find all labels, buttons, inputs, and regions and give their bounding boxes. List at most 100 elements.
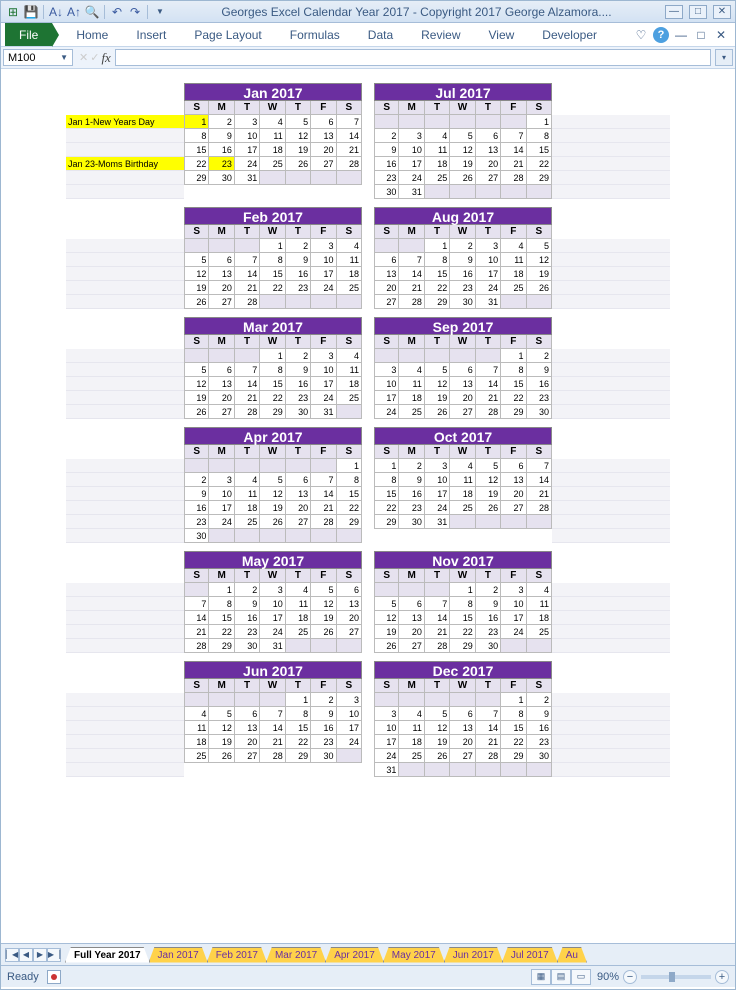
sheet-tab[interactable]: Jun 2017 (444, 947, 503, 963)
day-cell[interactable]: 3 (311, 349, 336, 363)
day-cell[interactable]: 19 (425, 391, 450, 405)
day-cell[interactable]: 27 (286, 515, 311, 529)
day-cell[interactable] (425, 583, 450, 597)
day-cell[interactable]: 11 (425, 143, 450, 157)
day-cell[interactable] (311, 639, 336, 653)
day-cell[interactable]: 11 (184, 721, 209, 735)
day-cell[interactable]: 21 (527, 487, 552, 501)
day-cell[interactable]: 17 (235, 143, 260, 157)
note-slot[interactable] (66, 253, 184, 267)
day-cell[interactable]: 17 (425, 487, 450, 501)
day-cell[interactable]: 24 (209, 515, 234, 529)
day-cell[interactable]: 2 (399, 459, 424, 473)
sort-asc-icon[interactable]: A↓ (48, 4, 64, 20)
day-cell[interactable]: 10 (374, 721, 399, 735)
day-cell[interactable] (286, 171, 311, 185)
day-cell[interactable] (337, 171, 362, 185)
day-cell[interactable]: 6 (476, 129, 501, 143)
day-cell[interactable]: 7 (399, 253, 424, 267)
day-cell[interactable]: 30 (450, 295, 475, 309)
day-cell[interactable] (425, 185, 450, 199)
day-cell[interactable] (337, 529, 362, 543)
day-cell[interactable]: 15 (501, 721, 526, 735)
day-cell[interactable]: 2 (476, 583, 501, 597)
day-cell[interactable]: 7 (476, 363, 501, 377)
day-cell[interactable]: 12 (476, 473, 501, 487)
day-cell[interactable]: 20 (337, 611, 362, 625)
day-cell[interactable]: 19 (260, 501, 285, 515)
day-cell[interactable]: 29 (425, 295, 450, 309)
day-cell[interactable] (425, 349, 450, 363)
day-cell[interactable] (399, 349, 424, 363)
day-cell[interactable]: 27 (399, 639, 424, 653)
day-cell[interactable]: 20 (235, 735, 260, 749)
note-slot[interactable] (66, 171, 184, 185)
note-slot[interactable] (552, 501, 670, 515)
day-cell[interactable]: 15 (260, 377, 285, 391)
day-cell[interactable]: 17 (337, 721, 362, 735)
day-cell[interactable]: 14 (501, 143, 526, 157)
zoom-slider[interactable] (641, 975, 711, 979)
day-cell[interactable] (311, 295, 336, 309)
day-cell[interactable] (235, 529, 260, 543)
day-cell[interactable]: 9 (399, 473, 424, 487)
day-cell[interactable]: 19 (374, 625, 399, 639)
qat-customize-icon[interactable]: ▼ (152, 4, 168, 20)
note-slot[interactable] (552, 253, 670, 267)
day-cell[interactable] (311, 529, 336, 543)
day-cell[interactable]: 28 (337, 157, 362, 171)
view-normal-icon[interactable]: ▦ (531, 969, 551, 985)
note-slot[interactable] (552, 625, 670, 639)
note-slot[interactable] (66, 473, 184, 487)
day-cell[interactable]: 9 (311, 707, 336, 721)
day-cell[interactable]: 21 (184, 625, 209, 639)
day-cell[interactable]: 4 (527, 583, 552, 597)
day-cell[interactable]: 14 (399, 267, 424, 281)
note-slot[interactable] (66, 129, 184, 143)
view-page-break-icon[interactable]: ▭ (571, 969, 591, 985)
day-cell[interactable]: 13 (399, 611, 424, 625)
day-cell[interactable]: 30 (235, 639, 260, 653)
day-cell[interactable]: 31 (425, 515, 450, 529)
day-cell[interactable]: 24 (374, 749, 399, 763)
day-cell[interactable]: 5 (425, 707, 450, 721)
note-slot[interactable] (552, 487, 670, 501)
note-slot[interactable] (552, 721, 670, 735)
sheet-nav-first-icon[interactable]: ▏◀ (5, 948, 19, 962)
day-cell[interactable] (450, 115, 475, 129)
day-cell[interactable]: 13 (501, 473, 526, 487)
day-cell[interactable]: 28 (399, 295, 424, 309)
day-cell[interactable]: 20 (209, 391, 234, 405)
day-cell[interactable]: 7 (184, 597, 209, 611)
day-cell[interactable]: 13 (374, 267, 399, 281)
day-cell[interactable]: 21 (425, 625, 450, 639)
note-slot[interactable] (552, 749, 670, 763)
day-cell[interactable] (399, 115, 424, 129)
day-cell[interactable]: 8 (501, 707, 526, 721)
day-cell[interactable] (425, 115, 450, 129)
day-cell[interactable]: 3 (399, 129, 424, 143)
day-cell[interactable]: 13 (337, 597, 362, 611)
day-cell[interactable]: 11 (337, 253, 362, 267)
undo-icon[interactable]: ↶ (109, 4, 125, 20)
note-slot[interactable] (66, 707, 184, 721)
day-cell[interactable] (235, 693, 260, 707)
ribbon-minimize-icon[interactable]: ♡ (633, 27, 649, 43)
day-cell[interactable]: 28 (311, 515, 336, 529)
day-cell[interactable]: 12 (425, 377, 450, 391)
day-cell[interactable]: 17 (209, 501, 234, 515)
day-cell[interactable]: 9 (450, 253, 475, 267)
day-cell[interactable]: 21 (337, 143, 362, 157)
day-cell[interactable]: 22 (425, 281, 450, 295)
note-slot[interactable] (552, 129, 670, 143)
day-cell[interactable]: 2 (209, 115, 234, 129)
day-cell[interactable]: 4 (337, 239, 362, 253)
note-slot[interactable] (552, 377, 670, 391)
day-cell[interactable]: 13 (286, 487, 311, 501)
day-cell[interactable]: 24 (476, 281, 501, 295)
day-cell[interactable] (399, 763, 424, 777)
day-cell[interactable]: 27 (450, 749, 475, 763)
day-cell[interactable]: 1 (260, 349, 285, 363)
find-icon[interactable]: 🔍 (84, 4, 100, 20)
day-cell[interactable] (374, 239, 399, 253)
